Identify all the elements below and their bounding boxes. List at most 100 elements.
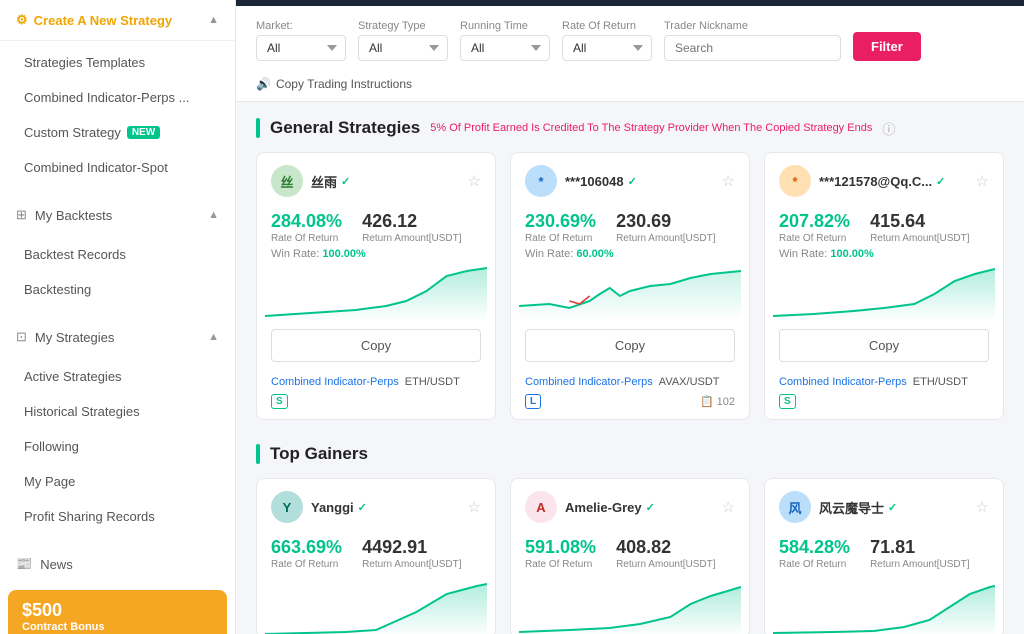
sidebar-item-label: Backtest Records	[24, 247, 126, 262]
copy-button-1[interactable]: Copy	[271, 329, 481, 362]
create-strategy-button[interactable]: ⚙ Create A New Strategy ▲	[0, 0, 235, 41]
copy-instructions-row: 🔊 Copy Trading Instructions	[256, 73, 1004, 91]
card-footer: Combined Indicator-Perps ETH/USDT S	[257, 370, 495, 419]
star-icon[interactable]: ☆	[976, 498, 989, 516]
card-chart	[765, 266, 1003, 321]
win-rate-val: 100.00%	[322, 248, 365, 260]
news-icon: 📰	[16, 556, 32, 572]
trading-pair: AVAX/USDT	[659, 376, 720, 388]
backtests-items: Backtest Records Backtesting	[0, 233, 235, 311]
sidebar-top-items: Strategies Templates Combined Indicator-…	[0, 41, 235, 189]
content-area: General Strategies 5% Of Profit Earned I…	[236, 102, 1024, 634]
copy-button-3[interactable]: Copy	[779, 329, 989, 362]
card-stats: 591.08% Rate Of Return 408.82 Return Amo…	[511, 531, 749, 574]
copy-count-icon: 📋	[700, 395, 714, 408]
return-amount-stat: 230.69 Return Amount[USDT]	[616, 211, 715, 244]
strategy-tag[interactable]: Combined Indicator-Perps	[779, 376, 907, 388]
general-strategies-grid: 丝 丝雨 ✓ ☆ 284.08% Rate Of Return 426.12	[256, 152, 1004, 420]
rate-of-return-stat: 284.08% Rate Of Return	[271, 211, 342, 244]
sidebar-item-historical-strategies[interactable]: Historical Strategies	[0, 394, 235, 429]
amount-value: 426.12	[362, 211, 461, 232]
filter-button[interactable]: Filter	[853, 32, 921, 61]
amount-value: 71.81	[870, 537, 969, 558]
chevron-up-icon: ▲	[208, 209, 219, 221]
card-footer: Combined Indicator-Perps ETH/USDT S	[765, 370, 1003, 419]
news-group[interactable]: 📰 News	[0, 546, 235, 582]
card-stats: 230.69% Rate Of Return 230.69 Return Amo…	[511, 205, 749, 248]
sidebar-item-strategies-templates[interactable]: Strategies Templates	[0, 45, 235, 80]
win-rate-row: Win Rate: 60.00%	[511, 248, 749, 266]
avatar: A	[525, 491, 557, 523]
bonus-banner[interactable]: $500 Contract Bonus	[8, 590, 227, 634]
trader-search-input[interactable]	[664, 35, 841, 61]
card-header: * ***106048 ✓ ☆	[511, 153, 749, 205]
top-gainer-card-1: Y Yanggi ✓ ☆ 663.69% Rate Of Return 44	[256, 478, 496, 634]
card-stats: 584.28% Rate Of Return 71.81 Return Amou…	[765, 531, 1003, 574]
amount-value: 4492.91	[362, 537, 461, 558]
sidebar-item-label: Historical Strategies	[24, 404, 140, 419]
avatar: 丝	[271, 165, 303, 197]
rate-of-return-stat: 207.82% Rate Of Return	[779, 211, 850, 244]
sidebar-item-combined-perps[interactable]: Combined Indicator-Perps ...	[0, 80, 235, 115]
new-badge: NEW	[127, 126, 160, 139]
info-icon[interactable]: ⓘ	[882, 119, 895, 138]
general-strategies-title: General Strategies	[256, 118, 420, 138]
my-strategies-group[interactable]: ⊡ My Strategies ▲	[0, 319, 235, 355]
card-header: Y Yanggi ✓ ☆	[257, 479, 495, 531]
my-backtests-group[interactable]: ⊞ My Backtests ▲	[0, 197, 235, 233]
strategy-tag[interactable]: Combined Indicator-Perps	[525, 376, 653, 388]
top-gainers-grid: Y Yanggi ✓ ☆ 663.69% Rate Of Return 44	[256, 478, 1004, 634]
sidebar-item-profit-sharing[interactable]: Profit Sharing Records	[0, 499, 235, 534]
card-header: * ***121578@Qq.C... ✓ ☆	[765, 153, 1003, 205]
sidebar-item-backtest-records[interactable]: Backtest Records	[0, 237, 235, 272]
star-icon[interactable]: ☆	[722, 498, 735, 516]
card-user: A Amelie-Grey ✓	[525, 491, 655, 523]
win-rate-val: 100.00%	[830, 248, 873, 260]
star-icon[interactable]: ☆	[468, 172, 481, 190]
win-rate-row: Win Rate: 100.00%	[257, 248, 495, 266]
star-icon[interactable]: ☆	[976, 172, 989, 190]
backtests-icon: ⊞	[16, 207, 27, 223]
sidebar-item-my-page[interactable]: My Page	[0, 464, 235, 499]
strategies-items: Active Strategies Historical Strategies …	[0, 355, 235, 538]
avatar: *	[779, 165, 811, 197]
rate-value: 663.69%	[271, 537, 342, 558]
card-user: 丝 丝雨 ✓	[271, 165, 350, 197]
running-time-select[interactable]: All	[460, 35, 550, 61]
amount-label: Return Amount[USDT]	[616, 233, 715, 244]
my-backtests-label: My Backtests	[35, 208, 112, 223]
amount-value: 230.69	[616, 211, 715, 232]
sidebar-item-active-strategies[interactable]: Active Strategies	[0, 359, 235, 394]
sidebar-item-following[interactable]: Following	[0, 429, 235, 464]
win-rate-row: Win Rate: 100.00%	[765, 248, 1003, 266]
sidebar-item-label: Backtesting	[24, 282, 91, 297]
trading-pair: ETH/USDT	[913, 376, 968, 388]
top-gainers-title: Top Gainers	[256, 444, 368, 464]
card-chart	[765, 582, 1003, 634]
card-header: A Amelie-Grey ✓ ☆	[511, 479, 749, 531]
general-strategies-subtitle: 5% Of Profit Earned Is Credited To The S…	[430, 122, 872, 134]
username: ***121578@Qq.C... ✓	[819, 174, 945, 189]
card-footer: Combined Indicator-Perps AVAX/USDT L 📋 1…	[511, 370, 749, 419]
sidebar-item-combined-spot[interactable]: Combined Indicator-Spot	[0, 150, 235, 185]
strategy-type-filter: Strategy Type All	[358, 20, 448, 61]
avatar: 风	[779, 491, 811, 523]
star-icon[interactable]: ☆	[468, 498, 481, 516]
copy-button-2[interactable]: Copy	[525, 329, 735, 362]
market-select[interactable]: All	[256, 35, 346, 61]
sidebar-item-label: Combined Indicator-Perps ...	[24, 90, 189, 105]
speaker-icon: 🔊	[256, 77, 271, 91]
rate-of-return-stat: 584.28% Rate Of Return	[779, 537, 850, 570]
rate-of-return-select[interactable]: All	[562, 35, 652, 61]
card-user: * ***121578@Qq.C... ✓	[779, 165, 945, 197]
my-strategies-label: My Strategies	[35, 330, 114, 345]
top-gainer-card-3: 风 风云魔导士 ✓ ☆ 584.28% Rate Of Return 71.	[764, 478, 1004, 634]
star-icon[interactable]: ☆	[722, 172, 735, 190]
sidebar-item-custom-strategy[interactable]: Custom Strategy NEW	[0, 115, 235, 150]
strategy-tag[interactable]: Combined Indicator-Perps	[271, 376, 399, 388]
rate-of-return-label: Rate Of Return	[562, 20, 652, 32]
strategy-type-select[interactable]: All	[358, 35, 448, 61]
sidebar-item-backtesting[interactable]: Backtesting	[0, 272, 235, 307]
verified-icon: ✓	[628, 175, 637, 188]
sidebar: ⚙ Create A New Strategy ▲ Strategies Tem…	[0, 0, 236, 634]
